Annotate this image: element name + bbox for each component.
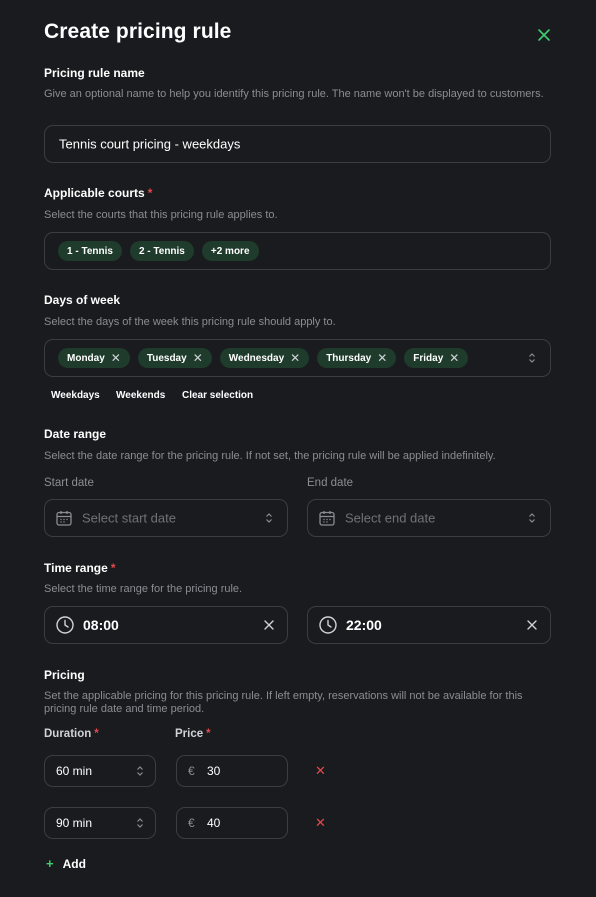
pricing-help: Set the applicable pricing for this pric… bbox=[44, 690, 523, 715]
remove-day-icon[interactable]: ✕ bbox=[290, 351, 300, 365]
day-chip: Wednesday ✕ bbox=[219, 348, 310, 368]
courts-help: Select the courts that this pricing rule… bbox=[44, 209, 278, 221]
close-icon[interactable] bbox=[536, 27, 552, 43]
days-select[interactable]: Monday ✕ Tuesday ✕ Wednesday ✕ Thursday ✕ Fr… bbox=[44, 339, 551, 377]
price-label: Price * bbox=[175, 728, 211, 740]
price-value: 40 bbox=[207, 816, 221, 830]
start-time-input[interactable]: 08:00 bbox=[44, 606, 288, 644]
day-chip: Monday ✕ bbox=[58, 348, 130, 368]
plus-icon: + bbox=[46, 856, 54, 871]
end-date-placeholder: Select end date bbox=[345, 510, 436, 526]
add-label: Add bbox=[62, 856, 86, 871]
duration-value: 60 min bbox=[56, 764, 93, 778]
clear-icon[interactable] bbox=[526, 619, 538, 631]
add-price-button[interactable]: + Add bbox=[46, 856, 86, 871]
chevron-updown-icon bbox=[529, 353, 535, 363]
duration-value: 90 min bbox=[56, 816, 93, 830]
day-chip: Thursday ✕ bbox=[317, 348, 397, 368]
end-date-label: End date bbox=[307, 477, 354, 489]
time-range-help: Select the time range for the pricing ru… bbox=[44, 583, 243, 595]
courts-label: Applicable courts * bbox=[44, 186, 153, 200]
end-date-picker[interactable]: Select end date bbox=[307, 499, 551, 537]
date-range-help: Select the date range for the pricing ru… bbox=[44, 450, 496, 462]
clear-selection-button[interactable]: Clear selection bbox=[182, 390, 253, 401]
price-value: 30 bbox=[207, 764, 221, 778]
days-label: Days of week bbox=[44, 293, 121, 307]
chevron-updown-icon bbox=[137, 818, 143, 828]
remove-row-icon[interactable]: ✕ bbox=[315, 815, 326, 831]
remove-day-icon[interactable]: ✕ bbox=[377, 351, 387, 365]
calendar-icon bbox=[56, 511, 72, 526]
calendar-icon bbox=[319, 511, 335, 526]
start-time-value: 08:00 bbox=[83, 617, 119, 633]
remove-day-icon[interactable]: ✕ bbox=[111, 351, 121, 365]
days-help: Select the days of the week this pricing… bbox=[44, 316, 336, 328]
rule-name-label: Pricing rule name bbox=[44, 66, 145, 80]
remove-row-icon[interactable]: ✕ bbox=[315, 763, 326, 779]
rule-name-help: Give an optional name to help you identi… bbox=[44, 88, 544, 100]
day-chip: Tuesday ✕ bbox=[137, 348, 212, 368]
court-chip: 1 - Tennis bbox=[58, 241, 122, 261]
price-input[interactable]: € 40 bbox=[176, 807, 288, 839]
euro-icon: € bbox=[188, 764, 195, 778]
clear-icon[interactable] bbox=[263, 619, 275, 631]
euro-icon: € bbox=[188, 816, 195, 830]
chevron-updown-icon bbox=[137, 766, 143, 776]
courts-select[interactable]: 1 - Tennis 2 - Tennis +2 more bbox=[44, 232, 551, 270]
pricing-label: Pricing bbox=[44, 668, 85, 682]
date-range-label: Date range bbox=[44, 427, 107, 441]
court-more-chip[interactable]: +2 more bbox=[201, 241, 259, 261]
end-time-value: 22:00 bbox=[346, 617, 382, 633]
duration-label: Duration * bbox=[44, 728, 99, 740]
start-date-label: Start date bbox=[44, 477, 94, 489]
rule-name-input[interactable]: Tennis court pricing - weekdays bbox=[44, 125, 551, 163]
remove-day-icon[interactable]: ✕ bbox=[449, 351, 459, 365]
start-date-picker[interactable]: Select start date bbox=[44, 499, 288, 537]
remove-day-icon[interactable]: ✕ bbox=[193, 351, 203, 365]
end-time-input[interactable]: 22:00 bbox=[307, 606, 551, 644]
page-title: Create pricing rule bbox=[44, 20, 232, 43]
duration-select[interactable]: 60 min bbox=[44, 755, 156, 787]
clock-icon bbox=[56, 616, 74, 634]
weekends-button[interactable]: Weekends bbox=[116, 390, 165, 401]
start-date-placeholder: Select start date bbox=[82, 510, 176, 526]
weekdays-button[interactable]: Weekdays bbox=[51, 390, 100, 401]
duration-select[interactable]: 90 min bbox=[44, 807, 156, 839]
chevron-updown-icon bbox=[529, 513, 535, 523]
price-input[interactable]: € 30 bbox=[176, 755, 288, 787]
time-range-label: Time range * bbox=[44, 561, 116, 575]
court-chip: 2 - Tennis bbox=[129, 241, 194, 261]
rule-name-value: Tennis court pricing - weekdays bbox=[59, 136, 241, 152]
day-chip: Friday ✕ bbox=[404, 348, 469, 368]
clock-icon bbox=[319, 616, 337, 634]
chevron-updown-icon bbox=[266, 513, 272, 523]
